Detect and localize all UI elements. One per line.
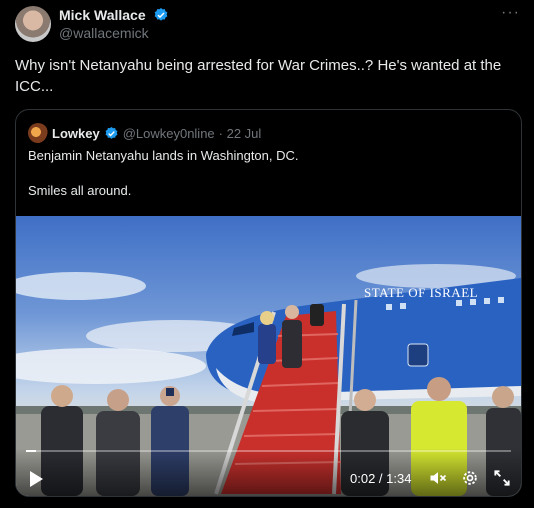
- quoted-author-handle[interactable]: @Lowkey0nline: [123, 126, 215, 141]
- author-name[interactable]: Mick Wallace: [59, 7, 169, 23]
- author-handle[interactable]: @wallacemick: [59, 25, 149, 41]
- video-progress-fill: [26, 450, 37, 452]
- video-player[interactable]: STATE OF ISRAEL 0:02 / 1:34: [16, 216, 521, 496]
- tweet-text: Why isn't Netanyahu being arrested for W…: [15, 57, 502, 95]
- quoted-text-line1: Benjamin Netanyahu lands in Washington, …: [28, 148, 299, 163]
- more-options-icon[interactable]: ···: [501, 4, 520, 22]
- fullscreen-icon[interactable]: [492, 468, 512, 488]
- settings-gear-icon[interactable]: [460, 468, 480, 488]
- video-progress-bar[interactable]: [26, 450, 511, 452]
- quoted-text-line2: Smiles all around.: [28, 183, 132, 198]
- verified-badge-icon: [105, 126, 118, 139]
- plane-livery-text: STATE OF ISRAEL: [364, 285, 478, 300]
- play-icon[interactable]: [28, 470, 44, 488]
- quoted-tweet-date[interactable]: · 22 Jul: [219, 126, 262, 141]
- mute-icon[interactable]: [428, 468, 448, 488]
- quoted-tweet-header: Lowkey @Lowkey0nline · 22 Jul: [28, 123, 261, 143]
- author-avatar[interactable]: [15, 6, 51, 42]
- author-name-text[interactable]: Mick Wallace: [59, 7, 146, 23]
- quoted-author-avatar[interactable]: [28, 123, 48, 143]
- quoted-tweet-text: Benjamin Netanyahu lands in Washington, …: [28, 147, 508, 200]
- quoted-tweet[interactable]: Lowkey @Lowkey0nline · 22 Jul Benjamin N…: [15, 109, 522, 497]
- video-time: 0:02 / 1:34: [350, 471, 412, 486]
- quoted-author-name[interactable]: Lowkey: [52, 126, 100, 141]
- verified-badge-icon: [154, 8, 167, 21]
